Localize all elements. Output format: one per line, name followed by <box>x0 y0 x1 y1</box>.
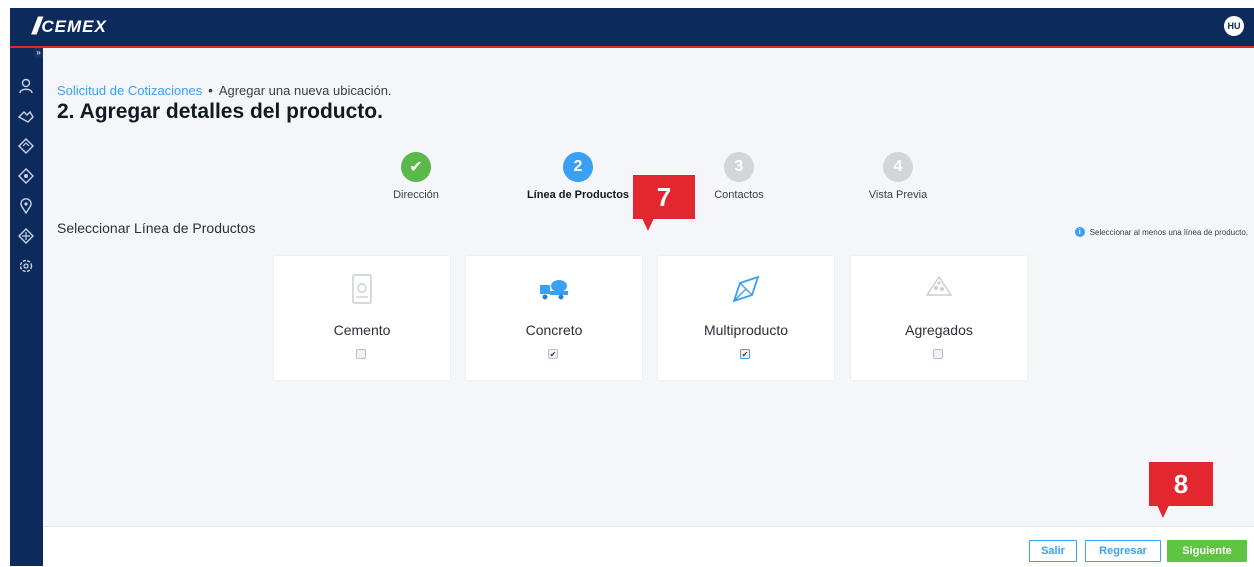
step-label: Vista Previa <box>868 189 928 201</box>
product-checkbox[interactable] <box>933 349 943 359</box>
location-pin-icon[interactable] <box>16 196 36 216</box>
product-card-cemento[interactable]: Cemento <box>274 256 450 380</box>
product-card-agregados[interactable]: Agregados <box>851 256 1027 380</box>
handshake-icon[interactable] <box>16 106 36 126</box>
multiproduct-icon <box>658 273 834 307</box>
top-bar: // CEMEX HU <box>10 8 1254 46</box>
diamond-icon[interactable] <box>16 136 36 156</box>
tag-icon[interactable] <box>16 166 36 186</box>
annotation-pointer <box>1157 505 1169 518</box>
sidebar-expand-toggle[interactable]: » <box>34 48 43 58</box>
breadcrumb-link[interactable]: Solicitud de Cotizaciones <box>57 83 202 98</box>
annotation-number: 8 <box>1173 468 1189 499</box>
logo-text: CEMEX <box>41 17 107 36</box>
product-card-multiproducto[interactable]: Multiproducto ✔ <box>658 256 834 380</box>
info-icon: i <box>1074 227 1085 237</box>
footer-bar: Salir Regresar Siguiente <box>43 526 1254 567</box>
step-number: 4 <box>883 152 913 182</box>
app-frame: // CEMEX HU » Solicitud de Cotizaciones … <box>10 8 1254 567</box>
back-button[interactable]: Regresar <box>1085 540 1161 562</box>
hint-text: Seleccionar al menos una línea de produc… <box>1089 227 1248 237</box>
step-label: Línea de Productos <box>526 189 630 201</box>
step-number: 3 <box>724 152 754 182</box>
user-avatar[interactable]: HU <box>1224 16 1244 36</box>
product-checkbox[interactable]: ✔ <box>548 349 558 359</box>
step-vista-previa[interactable]: 4 Vista Previa <box>828 152 968 201</box>
step-label: Dirección <box>393 189 439 201</box>
annotation-badge-8: 8 <box>1149 462 1213 518</box>
next-button[interactable]: Siguiente <box>1167 540 1247 562</box>
annotation-pointer <box>642 218 654 231</box>
main-content: Solicitud de Cotizaciones • Agregar una nu… <box>43 48 1254 526</box>
sidebar <box>10 48 43 566</box>
user-icon[interactable] <box>16 76 36 96</box>
page-title: 2. Agregar detalles del producto. <box>57 100 383 123</box>
breadcrumb: Solicitud de Cotizaciones • Agregar una nu… <box>57 83 392 98</box>
breadcrumb-current: Agregar una nueva ubicación. <box>218 83 392 98</box>
product-checkbox[interactable]: ✔ <box>740 349 750 359</box>
product-name: Agregados <box>905 322 973 338</box>
hint-note: i Seleccionar al menos una línea de prod… <box>1074 227 1248 237</box>
step-linea-productos[interactable]: 2 Línea de Productos <box>508 152 648 201</box>
step-check-icon: ✔ <box>401 152 431 182</box>
breadcrumb-separator: • <box>208 83 213 98</box>
concrete-truck-icon <box>466 273 642 307</box>
product-name: Cemento <box>333 322 391 338</box>
cement-bag-icon <box>274 273 450 307</box>
product-card-concreto[interactable]: Concreto ✔ <box>466 256 642 380</box>
annotation-badge-7: 7 <box>633 175 695 231</box>
step-number: 2 <box>563 152 593 182</box>
section-title: Seleccionar Línea de Productos <box>57 220 256 236</box>
settings-icon[interactable] <box>16 256 36 276</box>
product-name: Concreto <box>525 322 583 338</box>
product-checkbox[interactable] <box>356 349 366 359</box>
product-name: Multiproducto <box>703 322 789 338</box>
logo-mark: // <box>32 13 42 40</box>
annotation-number: 7 <box>656 181 672 212</box>
cemex-logo[interactable]: // CEMEX <box>32 13 107 40</box>
exit-button[interactable]: Salir <box>1029 540 1077 562</box>
step-direccion[interactable]: ✔ Dirección <box>346 152 486 201</box>
aggregates-icon <box>851 273 1027 307</box>
handshake-icon[interactable] <box>16 226 36 246</box>
